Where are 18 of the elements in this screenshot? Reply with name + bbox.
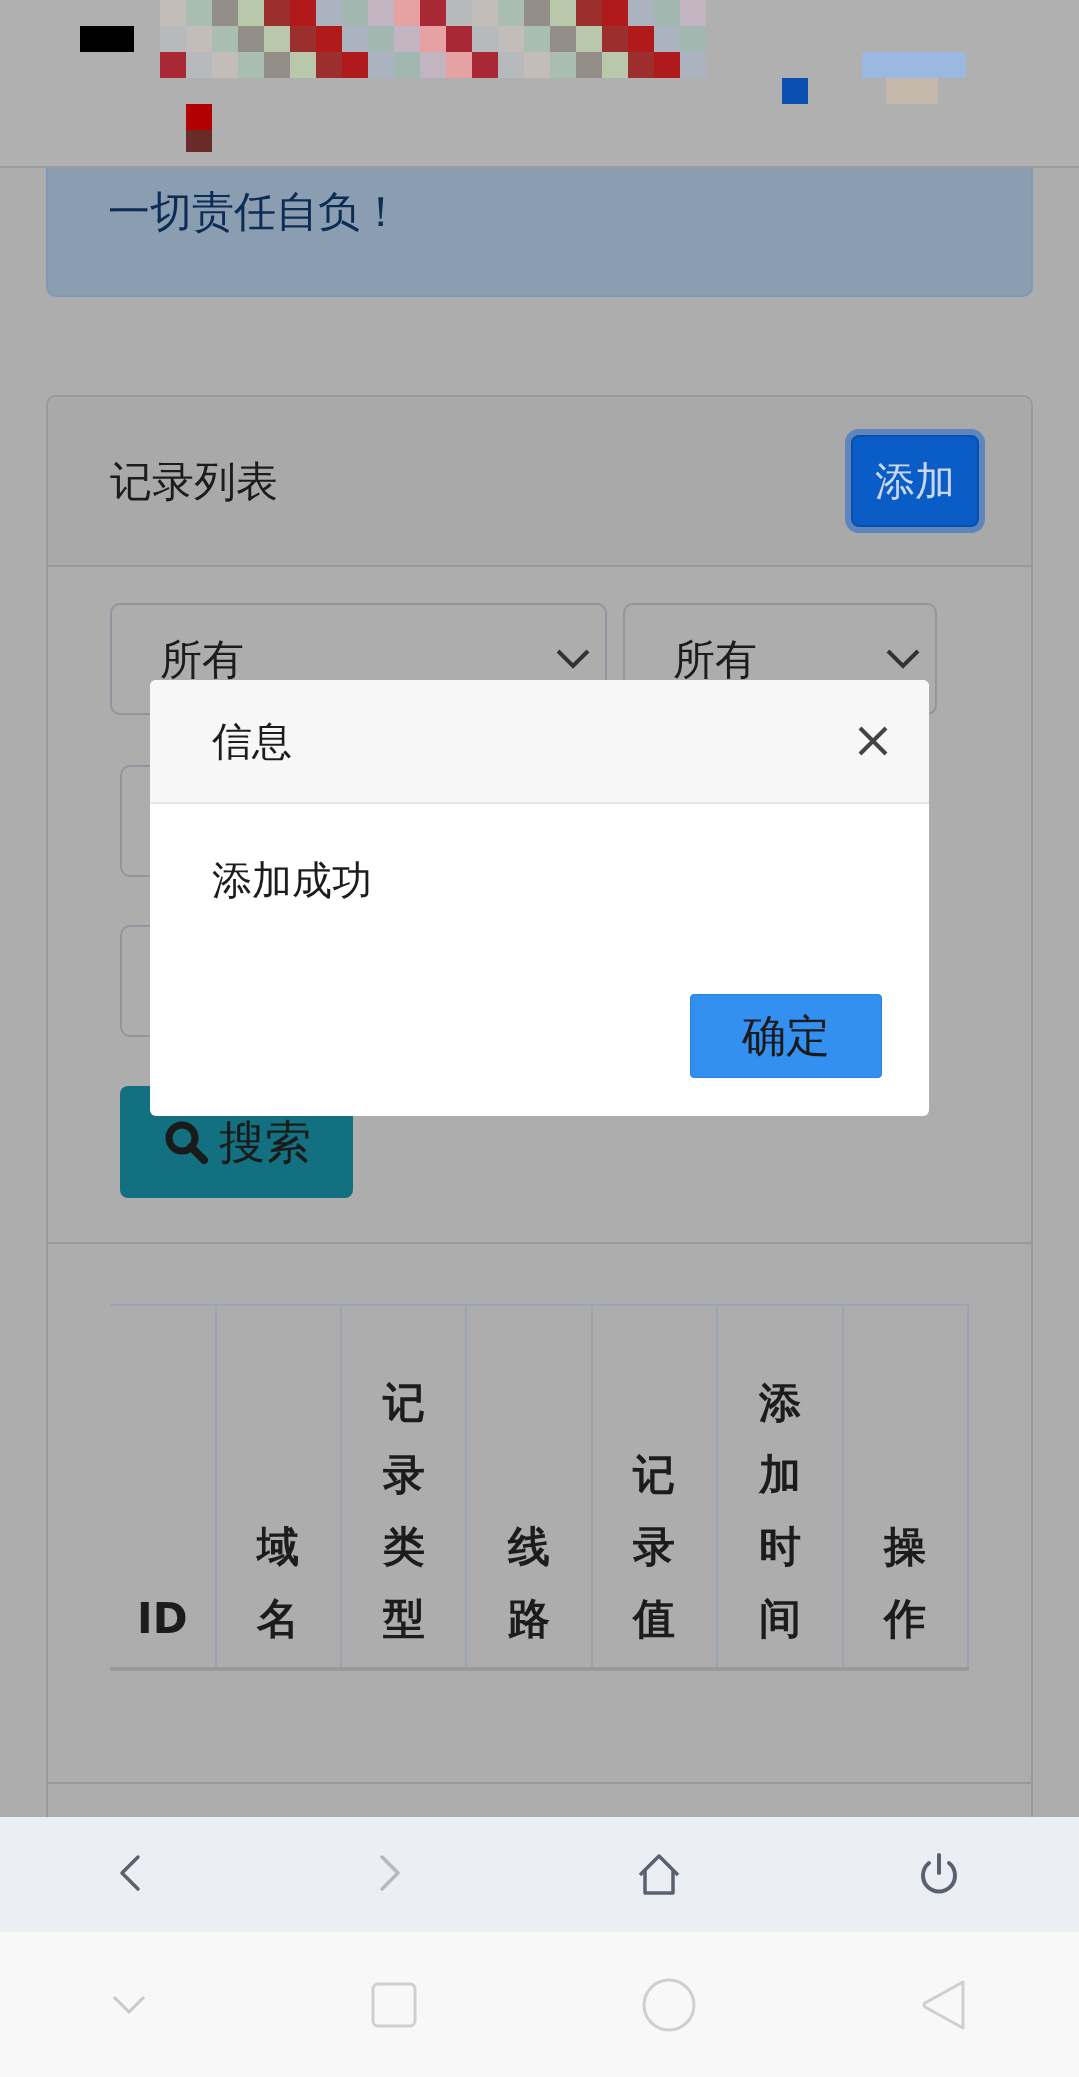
chevron-down-icon (885, 648, 921, 670)
column-header: 线路 (508, 1521, 551, 1645)
confirm-button[interactable]: 确定 (690, 994, 882, 1078)
dialog-title: 信息 (212, 717, 292, 766)
alert-text: 一切责任自负！ (108, 187, 402, 236)
chevron-down-icon (555, 648, 591, 670)
card-title: 记录列表 (110, 455, 278, 508)
close-icon[interactable] (857, 725, 889, 757)
recent-apps-icon[interactable] (371, 1981, 418, 2028)
collapse-icon[interactable] (112, 1994, 147, 2015)
home-icon[interactable] (637, 1852, 682, 1897)
column-header: 操作 (884, 1521, 927, 1645)
column-header: ID (137, 1593, 188, 1645)
dialog-message: 添加成功 (212, 857, 372, 903)
column-header: 记录值 (633, 1449, 676, 1645)
column-header: 记录类型 (382, 1377, 425, 1645)
column-header: 域名 (257, 1521, 300, 1645)
column-header: 添加时间 (758, 1377, 801, 1645)
